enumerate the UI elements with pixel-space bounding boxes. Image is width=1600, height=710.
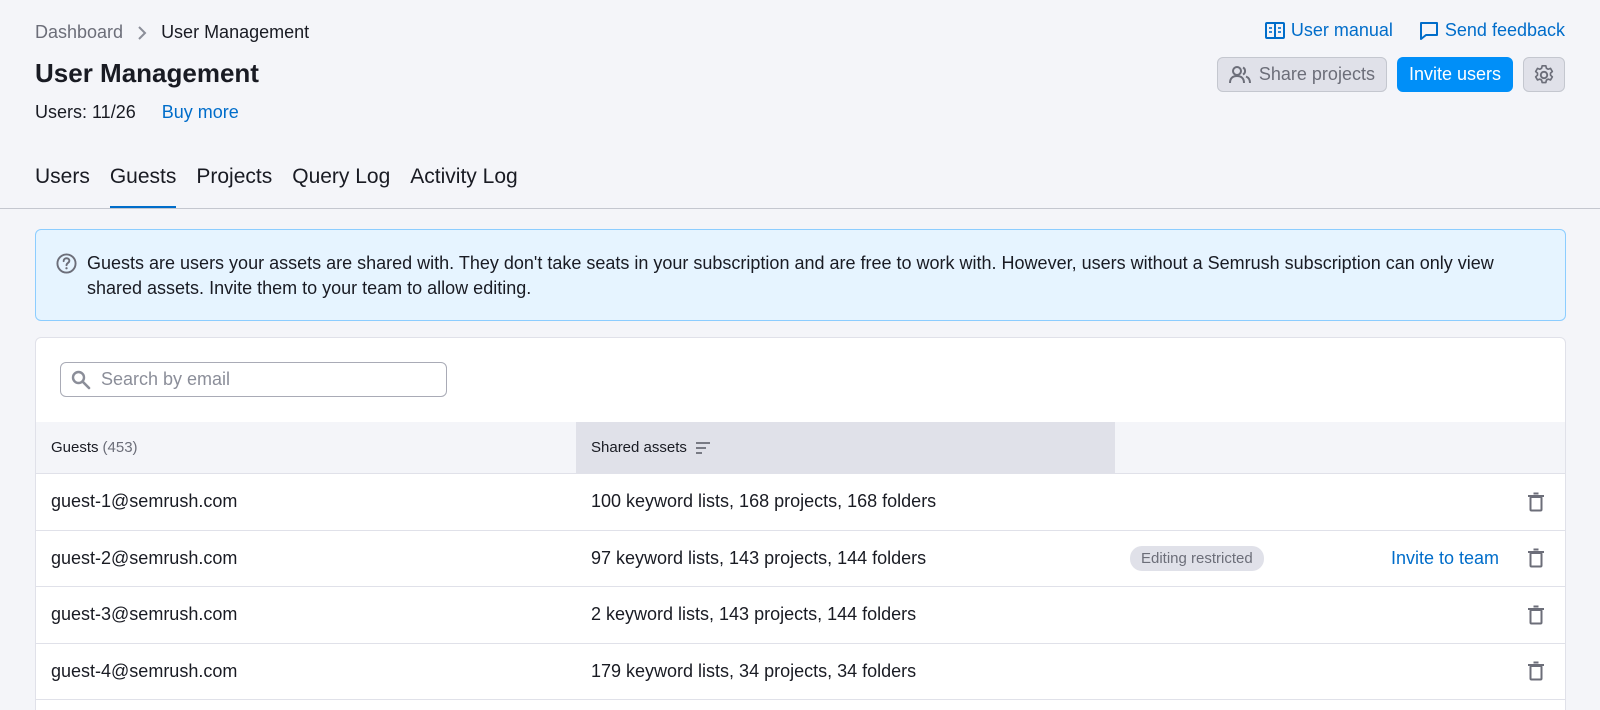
trash-icon <box>1528 548 1544 568</box>
tab-users[interactable]: Users <box>35 165 90 209</box>
header-actions: Share projects Invite users <box>1207 57 1565 92</box>
editing-restricted-badge: Editing restricted <box>1130 545 1264 571</box>
top-links: User manual Send feedback <box>1239 20 1565 41</box>
search-box[interactable] <box>60 362 447 397</box>
tab-activity-log[interactable]: Activity Log <box>410 165 517 209</box>
book-icon <box>1264 21 1285 39</box>
user-manual-link[interactable]: User manual <box>1264 20 1393 41</box>
guest-shared-assets: 2 keyword lists, 143 projects, 144 folde… <box>591 604 917 625</box>
table-row: guest-1@semrush.com 100 keyword lists, 1… <box>36 474 1565 531</box>
header-guests-label: Guests <box>51 439 99 456</box>
delete-guest-button[interactable] <box>1527 661 1545 681</box>
invite-users-button[interactable]: Invite users <box>1396 57 1513 92</box>
user-manual-label: User manual <box>1290 20 1393 40</box>
send-feedback-link[interactable]: Send feedback <box>1419 20 1565 41</box>
delete-guest-button[interactable] <box>1527 492 1545 512</box>
guest-shared-assets: 97 keyword lists, 143 projects, 144 fold… <box>591 547 927 568</box>
buy-more-link[interactable]: Buy more <box>162 102 239 123</box>
users-icon <box>1228 65 1251 83</box>
trash-icon <box>1528 661 1544 681</box>
tabs: Users Guests Projects Query Log Activity… <box>35 165 538 209</box>
badge-cell: Editing restricted <box>1115 545 1355 571</box>
breadcrumb-current: User Management <box>161 22 310 42</box>
guest-shared-assets: 100 keyword lists, 168 projects, 168 fol… <box>591 491 937 512</box>
share-projects-button[interactable]: Share projects <box>1216 57 1387 92</box>
guest-email: guest-3@semrush.com <box>51 604 238 625</box>
info-text: Guests are users your assets are shared … <box>87 253 1494 298</box>
users-count: Users: 11/26 <box>35 102 136 122</box>
users-count-row: Users: 11/26 Buy more <box>35 102 239 123</box>
tabs-divider <box>0 208 1600 209</box>
header-guests: Guests (453) <box>36 422 576 473</box>
gear-icon <box>1534 64 1554 83</box>
breadcrumb-dashboard[interactable]: Dashboard <box>35 22 123 43</box>
guest-shared-assets: 179 keyword lists, 34 projects, 34 folde… <box>591 660 917 681</box>
guest-email: guest-2@semrush.com <box>51 547 238 568</box>
delete-guest-button[interactable] <box>1527 548 1545 568</box>
chevron-right-icon <box>137 25 147 40</box>
guests-table: Guests (453) Shared assets guest-1@semru… <box>36 422 1565 700</box>
settings-button[interactable] <box>1523 57 1565 92</box>
send-feedback-label: Send feedback <box>1444 20 1565 40</box>
header-shared-assets[interactable]: Shared assets <box>576 422 1115 473</box>
guests-panel: Guests (453) Shared assets guest-1@semru… <box>35 337 1566 710</box>
table-row: guest-3@semrush.com 2 keyword lists, 143… <box>36 587 1565 644</box>
delete-guest-button[interactable] <box>1527 605 1545 625</box>
table-row: guest-4@semrush.com 179 keyword lists, 3… <box>36 644 1565 700</box>
info-banner: Guests are users your assets are shared … <box>35 229 1566 321</box>
breadcrumb: Dashboard User Management <box>35 22 309 43</box>
share-projects-label: Share projects <box>1258 64 1375 84</box>
table-row: guest-2@semrush.com 97 keyword lists, 14… <box>36 531 1565 587</box>
search-icon <box>71 370 91 389</box>
header-assets-label: Shared assets <box>591 439 687 456</box>
guest-email: guest-1@semrush.com <box>51 491 238 512</box>
tab-projects[interactable]: Projects <box>196 165 272 209</box>
trash-icon <box>1528 605 1544 625</box>
search-input[interactable] <box>101 369 431 390</box>
trash-icon <box>1528 492 1544 512</box>
tab-query-log[interactable]: Query Log <box>292 165 390 209</box>
guest-email: guest-4@semrush.com <box>51 660 238 681</box>
header-spacer <box>1115 422 1565 473</box>
chat-icon <box>1419 21 1438 40</box>
invite-to-team-link[interactable]: Invite to team <box>1391 548 1499 569</box>
question-icon <box>56 253 77 274</box>
sort-icon <box>695 441 710 454</box>
tab-guests[interactable]: Guests <box>109 165 176 209</box>
table-header: Guests (453) Shared assets <box>36 422 1565 474</box>
header-guests-count: (453) <box>102 439 138 456</box>
page-title: User Management <box>35 58 259 88</box>
